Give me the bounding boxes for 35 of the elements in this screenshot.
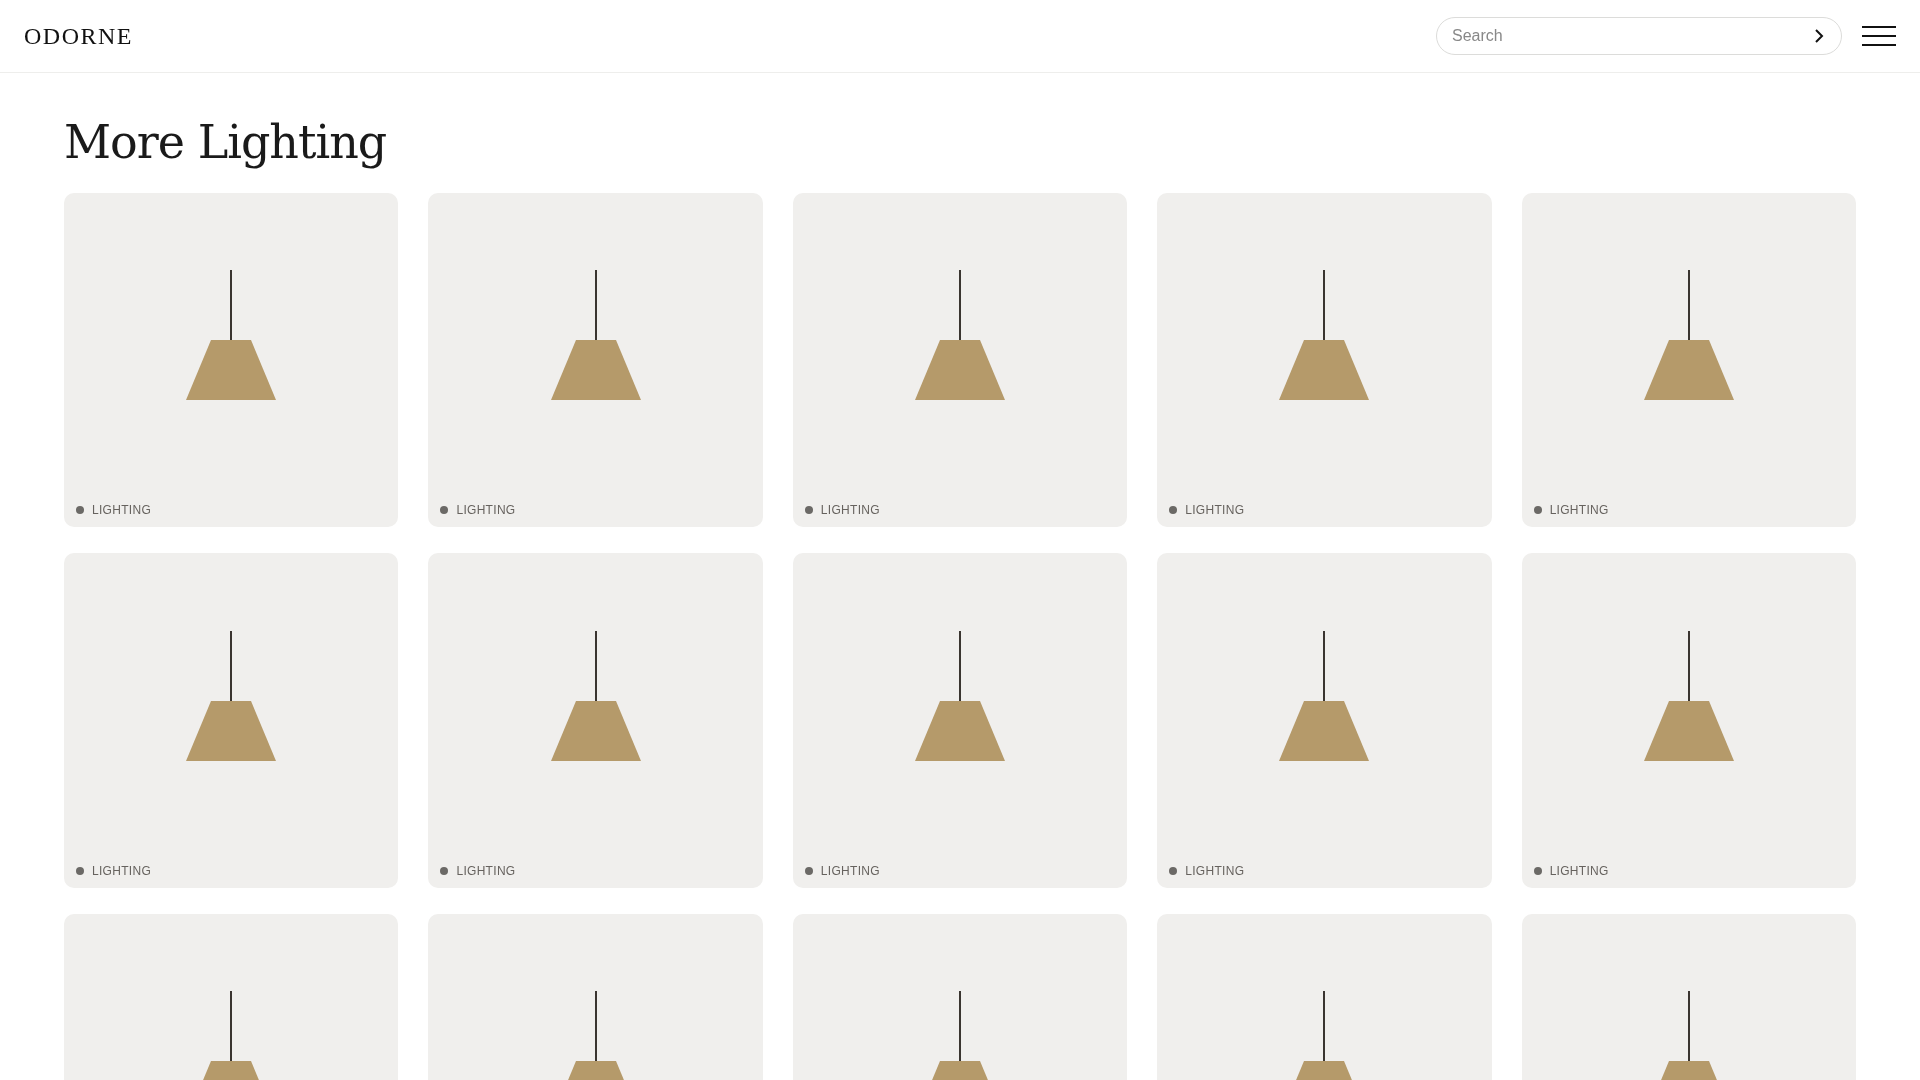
category-label: LIGHTING bbox=[456, 863, 516, 878]
status-dot bbox=[76, 506, 84, 515]
category-label: LIGHTING bbox=[1185, 503, 1245, 518]
status-dot bbox=[76, 866, 84, 875]
status-dot bbox=[440, 506, 449, 515]
status-dot bbox=[804, 866, 813, 875]
category-label: LIGHTING bbox=[456, 503, 516, 518]
category-label: LIGHTING bbox=[1549, 503, 1609, 518]
product-card[interactable]: LIGHTING bbox=[1157, 193, 1492, 528]
status-dot bbox=[1169, 506, 1178, 515]
status-dot bbox=[1533, 506, 1542, 515]
product-card[interactable]: LIGHTING bbox=[64, 193, 399, 528]
product-card[interactable]: LIGHTING bbox=[792, 553, 1128, 888]
product-card[interactable]: LIGHTING bbox=[428, 193, 763, 528]
product-card[interactable]: LIGHTING bbox=[792, 193, 1128, 528]
category-label: LIGHTING bbox=[820, 863, 880, 878]
category-label: LIGHTING bbox=[92, 863, 152, 878]
search-field[interactable]: Search bbox=[1436, 17, 1842, 55]
status-dot bbox=[1533, 866, 1542, 875]
status-dot bbox=[1169, 866, 1178, 875]
category-label: LIGHTING bbox=[820, 503, 880, 518]
category-label: LIGHTING bbox=[1185, 863, 1245, 878]
category-label: LIGHTING bbox=[1549, 863, 1609, 878]
product-card[interactable]: LIGHTING bbox=[1521, 553, 1857, 888]
product-card[interactable]: LIGHTING bbox=[64, 553, 399, 888]
product-card[interactable]: LIGHTING bbox=[1157, 553, 1492, 888]
status-dot bbox=[440, 866, 449, 875]
page-heading: More Lighting bbox=[64, 115, 388, 169]
product-card[interactable]: LIGHTING bbox=[428, 553, 763, 888]
product-card[interactable]: LIGHTING bbox=[1521, 193, 1857, 528]
category-label: LIGHTING bbox=[92, 503, 152, 518]
chevron-right-icon[interactable] bbox=[1814, 29, 1824, 43]
menu-icon[interactable] bbox=[1862, 26, 1896, 46]
brand-logo[interactable]: ODORNE bbox=[24, 22, 133, 50]
status-dot bbox=[804, 506, 813, 515]
